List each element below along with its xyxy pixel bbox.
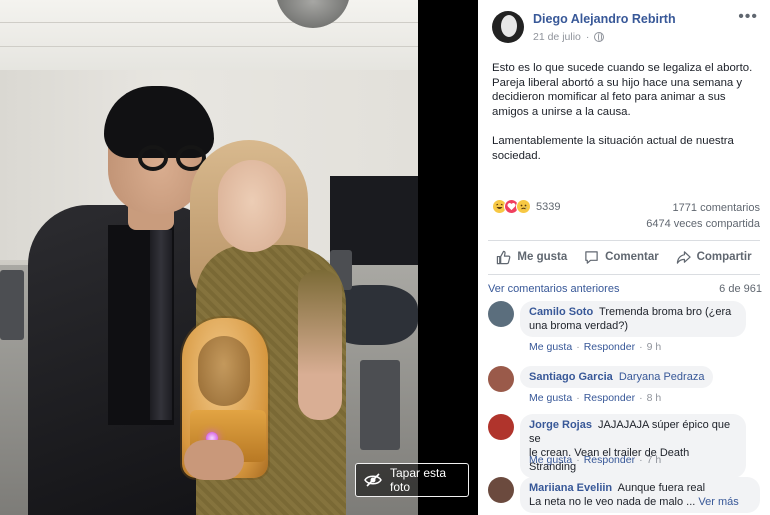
comment-time[interactable]: 7 h — [647, 454, 662, 466]
commenter-avatar[interactable] — [488, 366, 514, 392]
shares-count[interactable]: 6474 veces compartida — [646, 216, 760, 232]
comment-time[interactable]: 9 h — [647, 341, 662, 353]
share-label: Compartir — [696, 251, 752, 263]
like-button[interactable]: Me gusta — [496, 250, 567, 265]
post-actions: Me gusta Comentar Compartir — [488, 242, 760, 272]
hide-photo-icon — [364, 473, 382, 487]
post-paragraph: Esto es lo que sucede cuando se legaliza… — [492, 62, 753, 118]
post-text: Esto es lo que sucede cuando se legaliza… — [492, 61, 762, 178]
photo-man-hand — [184, 440, 244, 480]
comment-time[interactable]: 8 h — [647, 392, 662, 404]
commenter-name[interactable]: Mariiana Eveliin — [529, 482, 612, 494]
dot-separator: · — [639, 454, 643, 466]
comment-text: La neta no le veo nada de malo ... — [529, 496, 696, 508]
photo-viewer: Tapar esta foto — [0, 0, 478, 515]
photo-chair — [0, 270, 24, 340]
sad-reaction-icon — [516, 199, 531, 214]
photo-ceiling-line — [0, 46, 418, 47]
dot-separator: · — [639, 341, 643, 353]
commenter-avatar[interactable] — [488, 477, 514, 503]
photo-ceiling-line — [0, 22, 418, 23]
view-previous-comments-link[interactable]: Ver comentarios anteriores — [488, 283, 619, 295]
comment-like-link[interactable]: Me gusta — [529, 341, 572, 353]
comment-reply-link[interactable]: Responder — [584, 454, 635, 466]
reactions-summary[interactable]: 5339 — [492, 199, 560, 214]
engagement-stats: 1771 comentarios 6474 veces compartida — [646, 200, 760, 232]
meta-separator: · — [585, 31, 590, 43]
comments-pager: 6 de 961 — [719, 283, 762, 295]
comment-button[interactable]: Comentar — [584, 250, 659, 265]
comment-like-link[interactable]: Me gusta — [529, 392, 572, 404]
comment-text: una broma verdad?) — [529, 320, 629, 332]
public-globe-icon[interactable] — [594, 32, 605, 42]
comment-like-link[interactable]: Me gusta — [529, 454, 572, 466]
like-label: Me gusta — [517, 251, 568, 263]
comments-count[interactable]: 1771 comentarios — [646, 200, 760, 216]
divider — [488, 274, 760, 275]
dot-separator: · — [576, 341, 580, 353]
divider — [488, 240, 760, 241]
photo-woman-face — [218, 160, 286, 252]
speech-bubble-icon — [584, 250, 599, 265]
share-arrow-icon — [676, 250, 691, 265]
post-paragraph: Lamentablemente la situación actual de n… — [492, 134, 734, 162]
more-options-icon[interactable]: ••• — [738, 8, 758, 26]
post-panel: Diego Alejandro Rebirth 21 de julio · ••… — [478, 0, 770, 515]
photo-pod-figure — [198, 336, 250, 406]
previous-comments-row: Ver comentarios anteriores 6 de 961 — [488, 283, 762, 295]
dot-separator: · — [639, 392, 643, 404]
comment-label: Comentar — [605, 251, 659, 263]
comment-text: Tremenda broma bro (¿era — [599, 306, 732, 318]
share-button[interactable]: Compartir — [676, 250, 752, 265]
commenter-name[interactable]: Santiago Garcia — [529, 371, 613, 383]
photo-lanyard — [150, 230, 172, 420]
tag-photo-button[interactable]: Tapar esta foto — [355, 463, 469, 497]
post-photo[interactable] — [0, 0, 418, 515]
see-more-link[interactable]: Ver más — [698, 496, 738, 508]
commenter-name[interactable]: Camilo Soto — [529, 306, 593, 318]
post-date[interactable]: 21 de julio — [533, 31, 581, 43]
comment-bubble: Camilo Soto Tremenda broma bro (¿era una… — [520, 301, 746, 337]
comment-actions: Me gusta · Responder · 9 h — [529, 341, 661, 353]
author-avatar[interactable] — [492, 11, 524, 43]
comment-text: Aunque fuera real — [617, 482, 706, 494]
comment-mention[interactable]: Daryana Pedraza — [619, 371, 705, 383]
commenter-name[interactable]: Jorge Rojas — [529, 419, 592, 431]
comment-actions: Me gusta · Responder · 7 h — [529, 454, 661, 466]
photo-woman-arm — [298, 270, 342, 420]
tag-photo-label: Tapar esta foto — [390, 466, 447, 494]
post-meta: 21 de julio · — [533, 31, 605, 43]
commenter-avatar[interactable] — [488, 301, 514, 327]
commenter-avatar[interactable] — [488, 414, 514, 440]
comment-bubble: Santiago Garcia Daryana Pedraza — [520, 366, 714, 388]
comment-actions: Me gusta · Responder · 8 h — [529, 392, 661, 404]
dot-separator: · — [576, 454, 580, 466]
comment-reply-link[interactable]: Responder — [584, 392, 635, 404]
comment-reply-link[interactable]: Responder — [584, 341, 635, 353]
comment-bubble: Jorge Rojas JAJAJAJA súper épico que se … — [520, 414, 746, 478]
thumbs-up-icon — [496, 250, 511, 265]
comment-bubble: Mariiana Eveliin Aunque fuera real La ne… — [520, 477, 760, 513]
author-name[interactable]: Diego Alejandro Rebirth — [533, 12, 676, 26]
photo-chair — [360, 360, 400, 450]
photo-ceiling — [0, 0, 418, 70]
reactions-count[interactable]: 5339 — [536, 201, 560, 213]
dot-separator: · — [576, 392, 580, 404]
